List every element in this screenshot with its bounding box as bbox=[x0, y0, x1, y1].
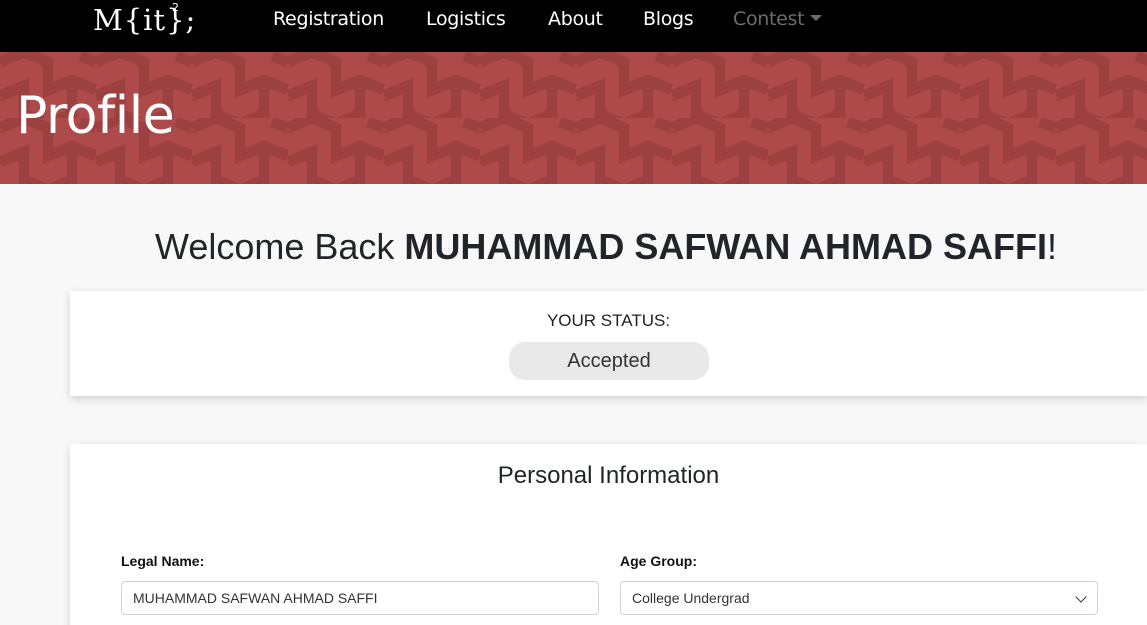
site-logo[interactable]: M{it}; 2 bbox=[93, 1, 196, 39]
welcome-suffix: ! bbox=[1047, 226, 1058, 267]
status-label: YOUR STATUS: bbox=[546, 311, 671, 330]
page-banner: Profile bbox=[0, 52, 1147, 184]
personal-information-card: Personal Information Legal Name: MUHAMMA… bbox=[70, 444, 1147, 625]
nav-dropdown-contest-label: Contest bbox=[733, 8, 805, 30]
top-navbar: M{it}; 2 Registration Logistics About Blo… bbox=[0, 0, 1147, 52]
chevron-down-icon bbox=[1075, 591, 1087, 603]
legal-name-label: Legal Name: bbox=[121, 553, 205, 569]
nav-link-about[interactable]: About bbox=[548, 8, 603, 30]
logo-superscript: 2 bbox=[172, 1, 180, 14]
status-card: YOUR STATUS: Accepted bbox=[70, 291, 1147, 396]
age-group-label: Age Group: bbox=[620, 553, 697, 569]
nav-link-registration[interactable]: Registration bbox=[273, 8, 384, 30]
age-group-selected-value: College Undergrad bbox=[632, 590, 750, 606]
nav-link-blogs[interactable]: Blogs bbox=[643, 8, 694, 30]
nav-link-logistics[interactable]: Logistics bbox=[426, 8, 506, 30]
status-badge: Accepted bbox=[509, 342, 709, 380]
page-title: Profile bbox=[16, 86, 175, 146]
personal-information-title: Personal Information bbox=[497, 462, 720, 489]
nav-dropdown-contest[interactable]: Contest bbox=[733, 8, 823, 30]
welcome-prefix: Welcome Back bbox=[155, 226, 405, 267]
welcome-user-name: MUHAMMAD SAFWAN AHMAD SAFFI bbox=[404, 226, 1048, 267]
age-group-select[interactable]: College Undergrad bbox=[620, 581, 1098, 615]
caret-down-icon bbox=[810, 15, 823, 21]
logo-text: M{it}; bbox=[93, 3, 197, 37]
legal-name-input[interactable]: MUHAMMAD SAFWAN AHMAD SAFFI bbox=[121, 581, 599, 615]
welcome-heading: Welcome Back MUHAMMAD SAFWAN AHMAD SAFFI… bbox=[155, 226, 1057, 268]
